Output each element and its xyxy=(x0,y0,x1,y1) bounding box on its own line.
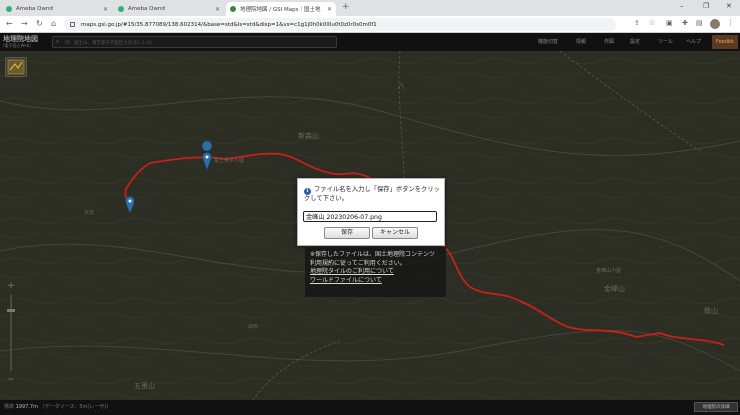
tab-strip: Ameba Ownd ✕ Ameba Ownd ✕ 地理院地図 / GSI Ma… xyxy=(0,0,740,16)
browser-window: Ameba Ownd ✕ Ameba Ownd ✕ 地理院地図 / GSI Ma… xyxy=(0,0,740,415)
map-label-tetsuzan: 鉄山 xyxy=(704,307,718,315)
map-label-kinpusan-hut: 金峰山小屋 xyxy=(596,268,622,274)
details-link[interactable]: 地理院の詳細 xyxy=(694,402,738,412)
cancel-button[interactable]: キャンセル xyxy=(372,227,418,239)
gsi-favicon-icon xyxy=(230,6,236,12)
lock-icon xyxy=(70,22,75,27)
ameba-favicon-icon xyxy=(6,6,12,12)
search-placeholder: 例：富士山、東京都千代田区九段北1-1-10 xyxy=(65,41,152,46)
menu-info[interactable]: 情報 xyxy=(576,38,586,45)
reload-button[interactable]: ↻ xyxy=(36,19,43,28)
zoom-in-button[interactable]: + xyxy=(5,281,17,291)
back-button[interactable]: ← xyxy=(6,19,13,28)
menu-function-switch[interactable]: 機能切替 xyxy=(538,38,558,45)
dialog-message: i ファイル名を入力し「保存」ボタンをクリックして下さい。 xyxy=(304,186,442,204)
map-label-kinpusan: 金峰山 xyxy=(604,285,625,293)
save-image-dialog: iファイル名を入力し「保存」ボタンをクリックして下さい。 保存 キャンセル xyxy=(297,178,445,246)
map-label-hachi: 八 xyxy=(398,82,405,90)
zoom-out-button[interactable]: − xyxy=(5,375,17,385)
zoom-slider-track[interactable] xyxy=(10,295,12,371)
filename-input[interactable] xyxy=(303,211,437,222)
menu-tools[interactable]: ツール xyxy=(658,38,673,45)
tab-close-icon[interactable]: ✕ xyxy=(215,6,220,13)
feedback-badge[interactable]: Feedbk xyxy=(712,35,738,49)
layers-icon xyxy=(7,59,25,75)
extension-icon[interactable]: ▣ xyxy=(666,19,673,27)
tab-close-icon[interactable]: ✕ xyxy=(327,6,332,13)
tab-label: Ameba Ownd xyxy=(16,6,53,12)
tab-label: 地理院地図 / GSI Maps｜国土地 xyxy=(240,7,321,13)
gsi-header: 地理院地図 (電子国土Web) ⌕ 例：富士山、東京都千代田区九段北1-1-10… xyxy=(0,33,740,51)
bookmark-star-icon[interactable]: ☆ xyxy=(649,19,655,27)
menu-help[interactable]: ヘルプ xyxy=(686,38,701,45)
minimize-button[interactable]: – xyxy=(680,2,684,10)
close-button[interactable]: ✕ xyxy=(726,2,732,10)
map-label-gohoyama: 五里山 xyxy=(134,382,155,390)
dialog-message-text: ファイル名を入力し「保存」ボタンをクリックして下さい。 xyxy=(304,186,440,202)
usage-note: ※保存したファイルは、国土地理院コンテンツ利用規約に従ってご利用ください。 地理… xyxy=(305,247,446,297)
save-button[interactable]: 保存 xyxy=(324,227,370,239)
tab-label: Ameba Ownd xyxy=(128,6,165,12)
elevation-label: 標高 xyxy=(4,404,15,410)
tab-close-icon[interactable]: ✕ xyxy=(103,6,108,13)
profile-avatar[interactable] xyxy=(710,19,720,29)
tab-ameba-1[interactable]: Ameba Ownd ✕ xyxy=(2,2,112,16)
map-label-shiraishi: 白石 xyxy=(248,324,259,330)
map-label-odaira: 大日 xyxy=(84,210,95,216)
menu-settings[interactable]: 設定 xyxy=(630,38,640,45)
search-icon: ⌕ xyxy=(56,38,60,45)
place-search-input[interactable]: ⌕ 例：富士山、東京都千代田区九段北1-1-10 xyxy=(52,36,337,48)
map-label-fujimi: 富士見平小屋 xyxy=(214,158,245,164)
tab-ameba-2[interactable]: Ameba Ownd ✕ xyxy=(114,2,224,16)
browser-toolbar: ← → ↻ ⌂ maps.gsi.go.jp/#15/35.877089/138… xyxy=(0,16,740,33)
tile-usage-link[interactable]: 地理院タイルのご利用について xyxy=(310,268,441,277)
elevation-source: （データソース：5m(レーザ)） xyxy=(39,404,112,410)
map-label-shinmoriyama: 新森山 xyxy=(298,132,319,140)
usage-note-text: ※保存したファイルは、国土地理院コンテンツ利用規約に従ってご利用ください。 xyxy=(310,251,436,267)
new-tab-button[interactable]: + xyxy=(342,2,350,12)
gsi-logo-sub: (電子国土Web) xyxy=(3,43,31,48)
world-file-link[interactable]: ワールドファイルについて xyxy=(310,277,441,286)
layers-button[interactable] xyxy=(5,57,27,77)
share-icon[interactable]: ⇪ xyxy=(634,19,640,27)
tab-gsi-maps[interactable]: 地理院地図 / GSI Maps｜国土地 ✕ xyxy=(226,2,336,16)
address-bar[interactable]: maps.gsi.go.jp/#15/35.877089/138.602314/… xyxy=(64,18,616,31)
url-text: maps.gsi.go.jp/#15/35.877089/138.602314/… xyxy=(81,21,377,28)
menu-draw[interactable]: 作図 xyxy=(604,38,614,45)
puzzle-icon[interactable]: ✚ xyxy=(682,19,688,27)
elevation-value: 1997.7m xyxy=(15,404,38,410)
info-icon: i xyxy=(304,188,311,195)
sidepanel-icon[interactable]: ▤ xyxy=(696,19,703,27)
home-button[interactable]: ⌂ xyxy=(51,19,56,28)
forward-button[interactable]: → xyxy=(21,19,28,28)
status-bar: 標高 1997.7m （データソース：5m(レーザ)） 地理院の詳細 xyxy=(0,400,740,415)
maximize-button[interactable]: ❐ xyxy=(703,2,709,10)
zoom-slider-handle[interactable] xyxy=(7,309,15,312)
zoom-control: + − xyxy=(5,281,17,387)
menu-kebab-icon[interactable]: ⋮ xyxy=(727,19,734,27)
ameba-favicon-icon xyxy=(118,6,124,12)
elevation-readout: 標高 1997.7m （データソース：5m(レーザ)） xyxy=(4,403,111,410)
